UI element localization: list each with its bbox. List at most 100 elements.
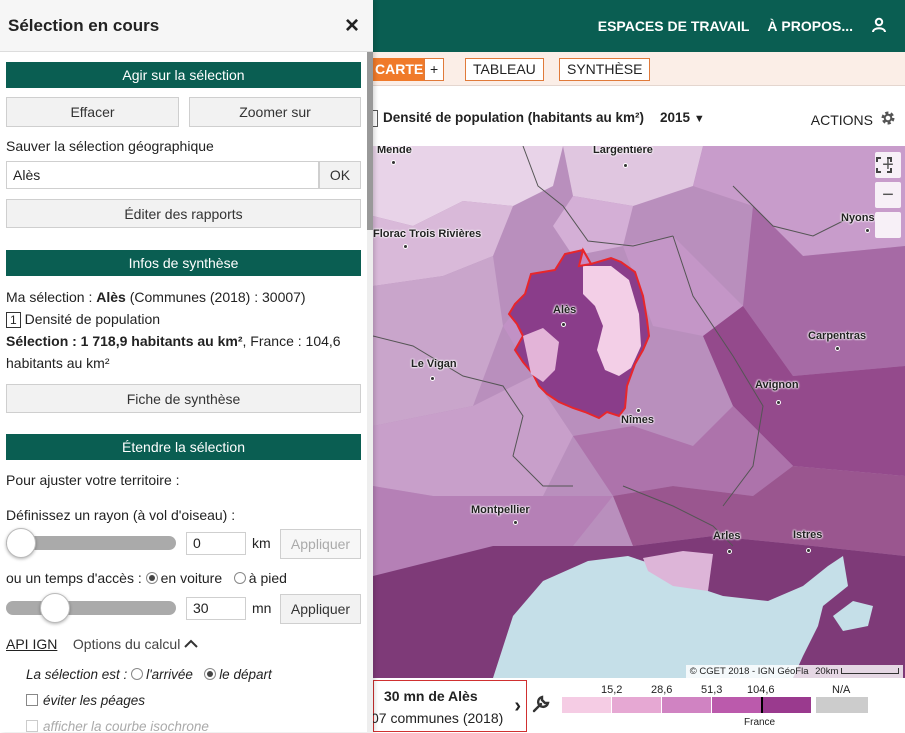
section-extend: Étendre la sélection [6, 434, 361, 460]
tab-synthesis[interactable]: SYNTHÈSE [559, 58, 651, 81]
isochrone-line: afficher la courbe isochrone [26, 719, 209, 732]
legend-swatch [662, 697, 711, 713]
radius-label: Définissez un rayon (à vol d'oiseau) : [6, 507, 236, 523]
city-dot [776, 400, 781, 405]
year-value: 2015 [660, 110, 691, 125]
user-icon[interactable] [871, 17, 887, 36]
zoom-controls: + − [875, 152, 901, 242]
access-line: ou un temps d'accès : en voiture à pied [6, 570, 287, 586]
selection-is-label: La sélection est : [26, 667, 128, 682]
avoid-tolls-label: éviter les péages [43, 693, 146, 708]
indicator-title[interactable]: Densité de population (habitants au km²) [383, 110, 644, 125]
isochrone-checkbox[interactable] [26, 720, 38, 732]
calc-options-toggle[interactable]: Options du calcul [73, 636, 180, 652]
isochrone-label: afficher la courbe isochrone [43, 719, 209, 732]
section-infos: Infos de synthèse [6, 250, 361, 276]
on-foot-label: à pied [248, 570, 287, 586]
city-istres: Istres [793, 529, 823, 541]
save-selection-input[interactable]: Alès [6, 161, 319, 189]
gear-icon [879, 109, 897, 130]
panel-scrollbar[interactable] [367, 52, 373, 732]
city-montpellier: Montpellier [471, 504, 530, 516]
attribution-text: © CGET 2018 - IGN GéoFla [689, 666, 809, 677]
legend-break: 15,2 [601, 684, 623, 696]
time-slider[interactable] [6, 601, 176, 615]
city-dot [835, 346, 840, 351]
synthesis-sheet-button[interactable]: Fiche de synthèse [6, 384, 361, 413]
city-avignon: Avignon [755, 379, 799, 391]
close-icon[interactable]: × [345, 12, 359, 40]
wrench-icon[interactable] [531, 694, 551, 717]
actions-label: ACTIONS [810, 111, 873, 128]
my-selection-line: Ma sélection : Alès (Communes (2018) : 3… [6, 289, 306, 305]
save-label: Sauver la sélection géographique [6, 138, 214, 154]
legend-swatch [712, 697, 761, 713]
indicator-name: Densité de population [24, 311, 161, 327]
legend-swatch [612, 697, 661, 713]
my-selection-name: Alès [96, 289, 126, 305]
zoom-out-button[interactable]: − [875, 182, 901, 208]
map-view[interactable]: Mende Largentière Florac Trois Rivières … [373, 146, 905, 678]
radio-by-car[interactable] [145, 572, 158, 584]
legend-break: 28,6 [651, 684, 673, 696]
city-florac: Florac Trois Rivières [373, 228, 482, 240]
city-nimes: Nîmes [621, 414, 655, 426]
selection-summary-sub: 07 communes (2018) [371, 710, 504, 726]
zoom-on-button[interactable]: Zoomer sur [189, 97, 361, 127]
tab-map[interactable]: CARTE [367, 58, 432, 81]
time-slider-handle[interactable] [40, 593, 70, 623]
chevron-up-icon[interactable] [184, 636, 198, 652]
fullscreen-icon[interactable] [875, 157, 901, 238]
apply-time-button[interactable]: Appliquer [280, 594, 361, 624]
edit-reports-button[interactable]: Éditer des rapports [6, 199, 361, 228]
arrival-label: l'arrivée [146, 667, 193, 682]
radius-slider-handle[interactable] [6, 528, 36, 558]
color-legend: 15,2 28,6 51,3 104,6 N/A France [562, 683, 882, 733]
nav-about[interactable]: À PROPOS... [767, 18, 853, 34]
section-act: Agir sur la sélection [6, 62, 361, 88]
city-le-vigan: Le Vigan [411, 358, 457, 370]
nav-workspaces[interactable]: ESPACES DE TRAVAIL [598, 18, 750, 34]
panel-title: Sélection en cours [8, 16, 160, 35]
indicator-number-badge: 1 [6, 312, 21, 328]
city-dot [806, 548, 811, 553]
erase-button[interactable]: Effacer [6, 97, 179, 127]
city-nyons: Nyons [841, 212, 875, 224]
radio-departure[interactable] [204, 668, 217, 680]
city-dot [391, 160, 396, 165]
selection-is-line: La sélection est : l'arrivée le départ [26, 667, 272, 682]
adjust-label: Pour ajuster votre territoire : [6, 472, 180, 488]
selection-panel: Sélection en cours × Agir sur la sélecti… [0, 0, 373, 732]
chevron-right-icon: › [514, 695, 521, 717]
city-dot [865, 228, 870, 233]
legend-swatch [762, 697, 811, 713]
radio-on-foot[interactable] [233, 572, 246, 584]
legend-na: N/A [832, 684, 851, 696]
radius-input[interactable]: 0 [186, 532, 246, 555]
legend-bar: 30 mn de Alès 07 communes (2018) › 15,2 … [371, 678, 905, 733]
ok-button[interactable]: OK [319, 161, 361, 189]
departure-label: le départ [219, 667, 272, 682]
map-attribution: © CGET 2018 - IGN GéoFla 20km [685, 665, 903, 678]
city-dot [430, 376, 435, 381]
scale-label: 20km [815, 666, 839, 677]
avoid-tolls-checkbox[interactable] [26, 694, 38, 706]
time-input[interactable]: 30 [186, 597, 246, 620]
access-label: ou un temps d'accès : [6, 570, 142, 586]
tab-add[interactable]: + [424, 58, 445, 81]
selection-value-rest: , France : 104,6 [242, 333, 341, 349]
tab-table[interactable]: TABLEAU [465, 58, 544, 81]
radius-unit: km [252, 535, 271, 551]
indicator-line: 1 Densité de population [6, 311, 160, 328]
year-select[interactable]: 2015 ▼ [660, 110, 705, 125]
selection-summary-button[interactable]: 30 mn de Alès 07 communes (2018) › [371, 680, 527, 732]
apply-radius-button[interactable]: Appliquer [280, 529, 361, 559]
dropdown-arrow-icon: ▼ [693, 113, 705, 125]
city-mende: Mende [377, 146, 412, 156]
api-ign-link[interactable]: API IGN [6, 636, 57, 652]
legend-swatch [562, 697, 611, 713]
scale-bar [841, 668, 899, 675]
actions-button[interactable]: ACTIONS [811, 109, 897, 130]
scrollbar-thumb[interactable] [367, 52, 373, 230]
radio-arrival[interactable] [131, 668, 144, 680]
